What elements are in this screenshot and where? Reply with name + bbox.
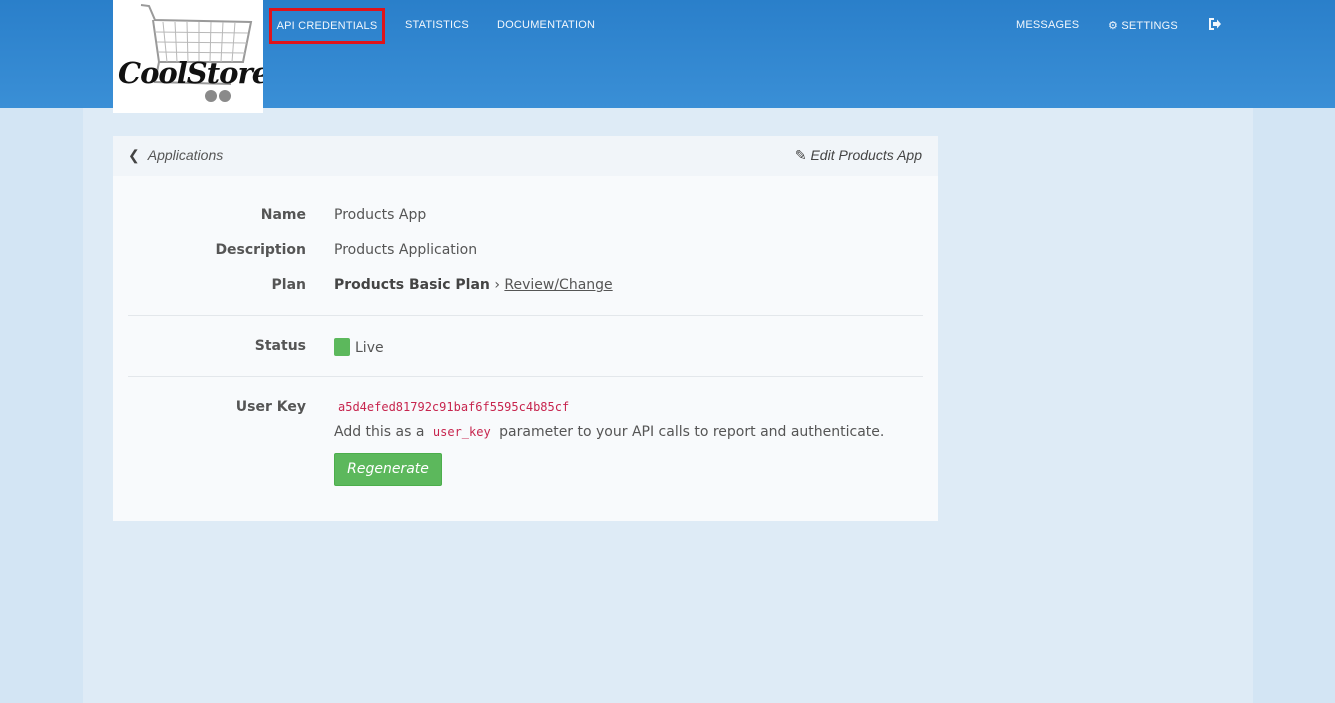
divider <box>128 315 923 316</box>
status-value-row: Live <box>334 338 384 356</box>
name-label: Name <box>260 207 306 223</box>
edit-app-link[interactable]: ✎ Edit Products App <box>795 147 922 164</box>
logout-button[interactable] <box>1208 17 1222 34</box>
hint-text-before: Add this as a <box>334 424 425 440</box>
hint-text-after: parameter to your API calls to report an… <box>499 424 885 440</box>
user-key-hint: Add this as a user_key parameter to your… <box>334 424 884 440</box>
nav-documentation[interactable]: DOCUMENTATION <box>497 19 595 31</box>
chevron-left-icon: ❮ <box>128 147 140 163</box>
logo-wordmark: CoolStore <box>118 56 263 90</box>
back-to-applications-link[interactable]: ❮ Applications <box>128 147 223 164</box>
description-label: Description <box>215 242 306 258</box>
gears-icon: ⚙ <box>1108 20 1119 32</box>
coolstore-logo[interactable]: CoolStore <box>113 0 263 113</box>
sign-out-icon <box>1209 18 1221 30</box>
nav-settings[interactable]: ⚙ SETTINGS <box>1108 19 1178 32</box>
edit-link-label: Edit Products App <box>810 147 922 163</box>
back-link-label: Applications <box>147 147 224 163</box>
plan-separator: › <box>494 277 500 293</box>
user-key-label: User Key <box>235 399 306 415</box>
nav-api-credentials[interactable]: API CREDENTIALS <box>269 8 385 44</box>
pencil-icon: ✎ <box>794 147 807 163</box>
name-value: Products App <box>334 207 427 223</box>
status-label: Status <box>254 338 306 354</box>
application-panel: ❮ Applications ✎ Edit Products App Name P… <box>113 136 938 521</box>
description-value: Products Application <box>334 242 478 258</box>
nav-messages[interactable]: MESSAGES <box>1016 19 1079 31</box>
review-change-link[interactable]: Review/Change <box>504 277 612 293</box>
hint-code: user_key <box>432 425 491 439</box>
nav-statistics[interactable]: STATISTICS <box>405 19 469 31</box>
panel-header: ❮ Applications ✎ Edit Products App <box>113 136 938 176</box>
divider <box>128 376 923 377</box>
regenerate-button[interactable]: Regenerate <box>334 453 442 486</box>
user-key-value: a5d4efed81792c91baf6f5595c4b85cf <box>338 400 570 414</box>
plan-label: Plan <box>271 277 306 293</box>
status-live-indicator <box>334 338 350 356</box>
nav-settings-label: SETTINGS <box>1121 20 1178 32</box>
plan-name: Products Basic Plan <box>334 277 490 293</box>
status-value: Live <box>355 340 384 356</box>
plan-value-row: Products Basic Plan › Review/Change <box>334 277 613 293</box>
user-key-value-row: a5d4efed81792c91baf6f5595c4b85cf <box>334 399 573 415</box>
